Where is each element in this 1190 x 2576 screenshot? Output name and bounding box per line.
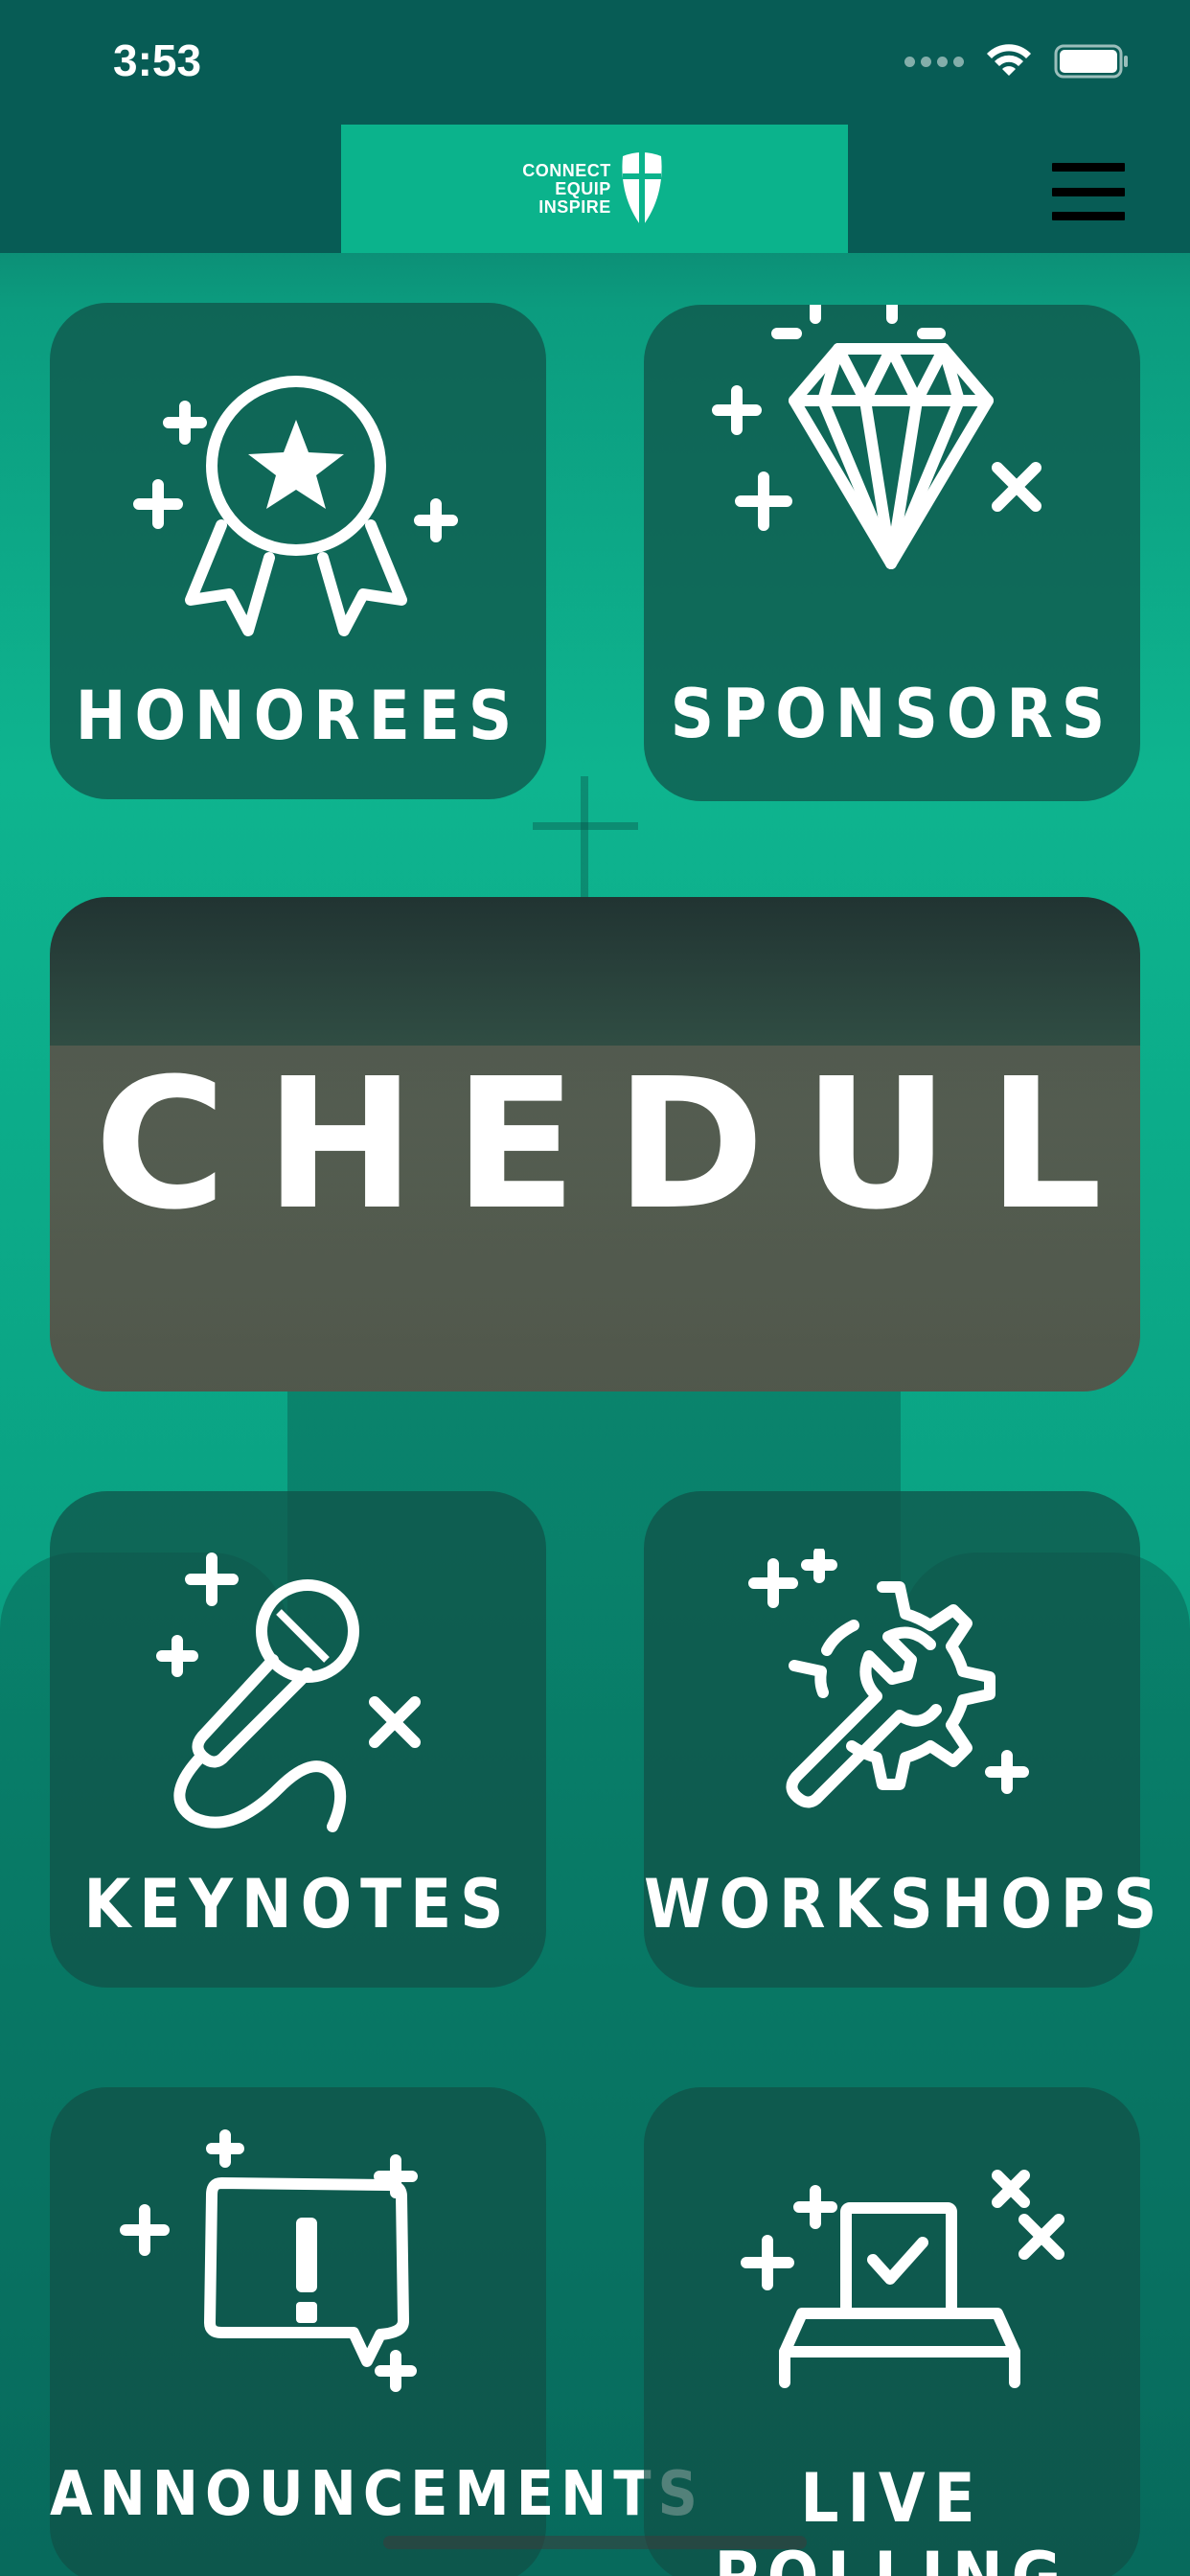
sponsors-label: SPONSORS [670,675,1114,753]
wifi-icon [987,44,1031,76]
keynotes-tile[interactable]: KEYNOTES [50,1491,546,1988]
alert-speech-bubble-icon [120,2129,418,2392]
ballot-box-icon [741,2170,1064,2388]
award-ribbon-icon [133,376,458,636]
schedule-label: SCHEDULE [50,1039,1140,1250]
app-logo[interactable]: CONNECT EQUIP INSPIRE [341,125,848,253]
workshops-label: WORKSHOPS [644,1865,1166,1944]
schedule-banner[interactable]: SCHEDULE [50,897,1140,1392]
keynotes-label: KEYNOTES [83,1865,513,1944]
home-indicator[interactable] [383,2536,807,2549]
sponsors-tile[interactable]: SPONSORS [644,305,1140,801]
navigation-bar: CONNECT EQUIP INSPIRE [0,125,1190,253]
battery-icon [1054,44,1128,79]
honorees-tile[interactable]: HONOREES [50,303,546,799]
status-time: 3:53 [113,35,202,85]
honorees-label: HONOREES [75,677,521,755]
status-bar: 3:53 [0,0,1190,125]
workshops-tile[interactable]: WORKSHOPS [644,1491,1166,1988]
live-polling-label: LIVE POLLING [715,2459,1062,2576]
microphone-icon [156,1552,421,1832]
gear-wrench-icon [748,1549,1029,1808]
background-cross-bar [533,822,638,830]
signal-icon [904,56,964,67]
logo-text: CONNECT EQUIP INSPIRE [522,160,611,217]
background-cross [581,776,588,897]
status-icons [904,42,1131,80]
announcements-tile[interactable]: ANNOUNCEMENTS [50,2087,704,2576]
hamburger-menu-button[interactable] [1052,163,1125,220]
live-polling-tile[interactable]: LIVE POLLING [644,2087,1140,2576]
diamond-icon [712,305,1041,569]
cross-shield-icon [622,150,662,227]
announcements-label: ANNOUNCEMENTS [50,2459,704,2530]
